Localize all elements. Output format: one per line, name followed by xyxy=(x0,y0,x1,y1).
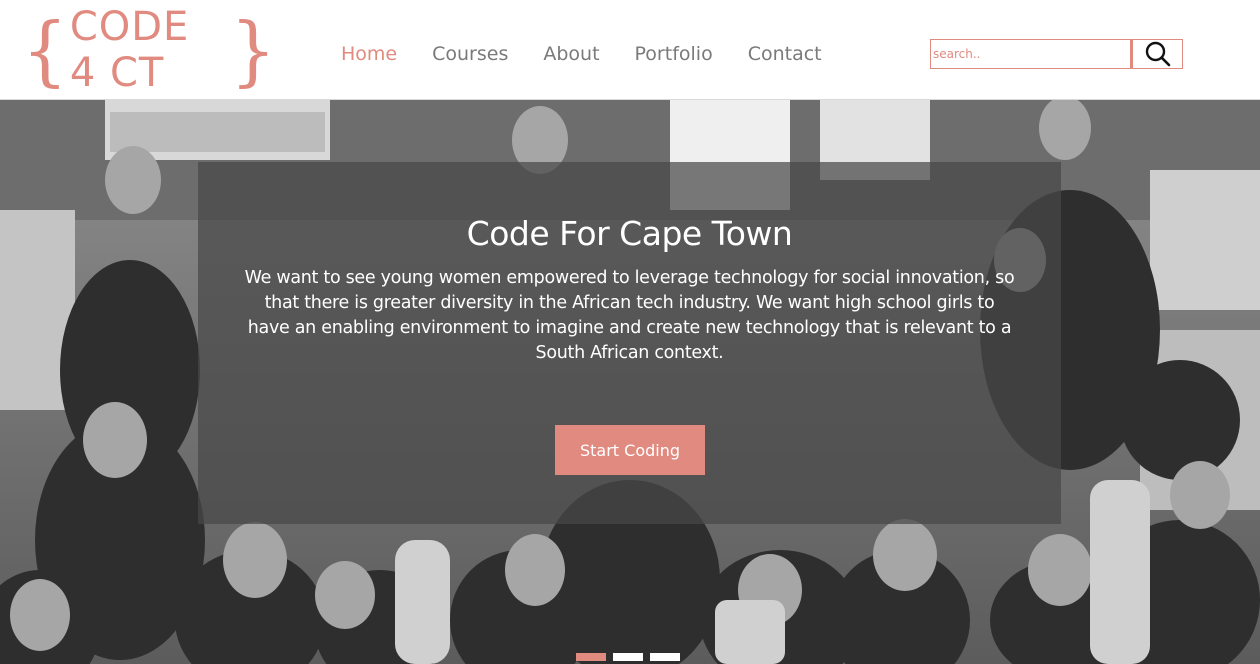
logo-brace-close: } xyxy=(230,5,276,95)
hero-title: Code For Cape Town xyxy=(466,214,793,253)
search-icon xyxy=(1145,41,1170,67)
site-header: { CODE 4 CT } Home Courses About Portfol… xyxy=(0,0,1260,100)
hero-caption-box: Code For Cape Town We want to see young … xyxy=(198,162,1061,524)
carousel-indicators xyxy=(576,653,687,661)
nav-item-courses[interactable]: Courses xyxy=(432,40,508,68)
nav-item-contact[interactable]: Contact xyxy=(748,40,822,68)
search-bar xyxy=(930,39,1183,69)
nav-item-portfolio[interactable]: Portfolio xyxy=(635,40,713,68)
carousel-indicator-1[interactable] xyxy=(576,653,606,661)
start-coding-button[interactable]: Start Coding xyxy=(555,425,705,475)
carousel-indicator-3[interactable] xyxy=(650,653,680,661)
carousel-indicator-2[interactable] xyxy=(613,653,643,661)
search-button[interactable] xyxy=(1131,39,1183,69)
nav-item-home[interactable]: Home xyxy=(341,40,397,68)
main-nav: Home Courses About Portfolio Contact xyxy=(341,40,857,68)
logo-text: CODE 4 CT xyxy=(69,4,190,96)
hero-carousel: Code For Cape Town We want to see young … xyxy=(0,100,1260,664)
nav-item-about[interactable]: About xyxy=(543,40,599,68)
site-logo[interactable]: { CODE 4 CT } xyxy=(22,4,276,96)
logo-brace-open: { xyxy=(22,5,68,95)
hero-description: We want to see young women empowered to … xyxy=(244,268,1015,363)
search-input[interactable] xyxy=(930,39,1131,69)
